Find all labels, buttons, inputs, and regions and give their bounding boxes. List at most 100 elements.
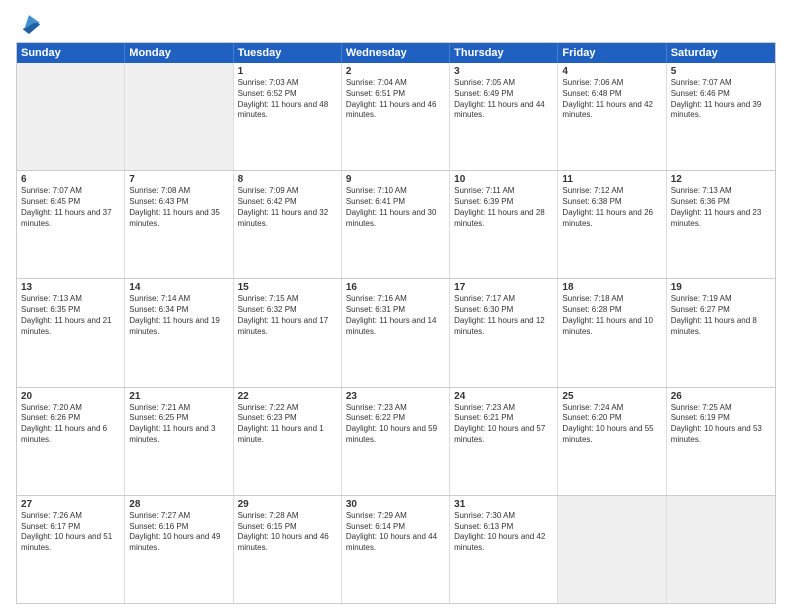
calendar-body: 1Sunrise: 7:03 AM Sunset: 6:52 PM Daylig… <box>17 63 775 603</box>
day-number: 23 <box>346 391 445 402</box>
cell-info: Sunrise: 7:23 AM Sunset: 6:22 PM Dayligh… <box>346 403 445 446</box>
calendar-cell: 31Sunrise: 7:30 AM Sunset: 6:13 PM Dayli… <box>450 496 558 603</box>
day-number: 22 <box>238 391 337 402</box>
day-number: 16 <box>346 282 445 293</box>
cell-info: Sunrise: 7:09 AM Sunset: 6:42 PM Dayligh… <box>238 186 337 229</box>
day-number: 20 <box>21 391 120 402</box>
cell-info: Sunrise: 7:08 AM Sunset: 6:43 PM Dayligh… <box>129 186 228 229</box>
calendar-cell: 16Sunrise: 7:16 AM Sunset: 6:31 PM Dayli… <box>342 279 450 386</box>
calendar-cell: 13Sunrise: 7:13 AM Sunset: 6:35 PM Dayli… <box>17 279 125 386</box>
calendar-cell: 27Sunrise: 7:26 AM Sunset: 6:17 PM Dayli… <box>17 496 125 603</box>
day-number: 15 <box>238 282 337 293</box>
day-number: 28 <box>129 499 228 510</box>
day-number: 8 <box>238 174 337 185</box>
calendar-cell: 26Sunrise: 7:25 AM Sunset: 6:19 PM Dayli… <box>667 388 775 495</box>
cell-info: Sunrise: 7:07 AM Sunset: 6:45 PM Dayligh… <box>21 186 120 229</box>
cell-info: Sunrise: 7:16 AM Sunset: 6:31 PM Dayligh… <box>346 294 445 337</box>
day-number: 19 <box>671 282 771 293</box>
cell-info: Sunrise: 7:19 AM Sunset: 6:27 PM Dayligh… <box>671 294 771 337</box>
day-number: 27 <box>21 499 120 510</box>
cell-info: Sunrise: 7:24 AM Sunset: 6:20 PM Dayligh… <box>562 403 661 446</box>
calendar-row-3: 13Sunrise: 7:13 AM Sunset: 6:35 PM Dayli… <box>17 278 775 386</box>
header-day-sunday: Sunday <box>17 43 125 63</box>
day-number: 6 <box>21 174 120 185</box>
calendar-page: SundayMondayTuesdayWednesdayThursdayFrid… <box>0 0 792 612</box>
day-number: 14 <box>129 282 228 293</box>
calendar-cell: 9Sunrise: 7:10 AM Sunset: 6:41 PM Daylig… <box>342 171 450 278</box>
day-number: 5 <box>671 66 771 77</box>
cell-info: Sunrise: 7:18 AM Sunset: 6:28 PM Dayligh… <box>562 294 661 337</box>
cell-info: Sunrise: 7:07 AM Sunset: 6:46 PM Dayligh… <box>671 78 771 121</box>
cell-info: Sunrise: 7:10 AM Sunset: 6:41 PM Dayligh… <box>346 186 445 229</box>
logo <box>16 12 40 34</box>
cell-info: Sunrise: 7:29 AM Sunset: 6:14 PM Dayligh… <box>346 511 445 554</box>
calendar-row-4: 20Sunrise: 7:20 AM Sunset: 6:26 PM Dayli… <box>17 387 775 495</box>
cell-info: Sunrise: 7:30 AM Sunset: 6:13 PM Dayligh… <box>454 511 553 554</box>
day-number: 3 <box>454 66 553 77</box>
day-number: 31 <box>454 499 553 510</box>
calendar-cell: 5Sunrise: 7:07 AM Sunset: 6:46 PM Daylig… <box>667 63 775 170</box>
cell-info: Sunrise: 7:17 AM Sunset: 6:30 PM Dayligh… <box>454 294 553 337</box>
calendar-cell: 29Sunrise: 7:28 AM Sunset: 6:15 PM Dayli… <box>234 496 342 603</box>
cell-info: Sunrise: 7:27 AM Sunset: 6:16 PM Dayligh… <box>129 511 228 554</box>
calendar-cell: 23Sunrise: 7:23 AM Sunset: 6:22 PM Dayli… <box>342 388 450 495</box>
day-number: 26 <box>671 391 771 402</box>
day-number: 1 <box>238 66 337 77</box>
calendar-cell: 1Sunrise: 7:03 AM Sunset: 6:52 PM Daylig… <box>234 63 342 170</box>
calendar-cell <box>558 496 666 603</box>
cell-info: Sunrise: 7:14 AM Sunset: 6:34 PM Dayligh… <box>129 294 228 337</box>
day-number: 9 <box>346 174 445 185</box>
calendar-cell: 18Sunrise: 7:18 AM Sunset: 6:28 PM Dayli… <box>558 279 666 386</box>
day-number: 10 <box>454 174 553 185</box>
cell-info: Sunrise: 7:06 AM Sunset: 6:48 PM Dayligh… <box>562 78 661 121</box>
calendar-cell: 2Sunrise: 7:04 AM Sunset: 6:51 PM Daylig… <box>342 63 450 170</box>
day-number: 29 <box>238 499 337 510</box>
header-day-tuesday: Tuesday <box>234 43 342 63</box>
day-number: 21 <box>129 391 228 402</box>
day-number: 12 <box>671 174 771 185</box>
day-number: 7 <box>129 174 228 185</box>
cell-info: Sunrise: 7:22 AM Sunset: 6:23 PM Dayligh… <box>238 403 337 446</box>
day-number: 25 <box>562 391 661 402</box>
cell-info: Sunrise: 7:28 AM Sunset: 6:15 PM Dayligh… <box>238 511 337 554</box>
day-number: 30 <box>346 499 445 510</box>
header-day-friday: Friday <box>558 43 666 63</box>
calendar: SundayMondayTuesdayWednesdayThursdayFrid… <box>16 42 776 604</box>
day-number: 4 <box>562 66 661 77</box>
calendar-cell: 21Sunrise: 7:21 AM Sunset: 6:25 PM Dayli… <box>125 388 233 495</box>
calendar-cell: 19Sunrise: 7:19 AM Sunset: 6:27 PM Dayli… <box>667 279 775 386</box>
calendar-cell: 6Sunrise: 7:07 AM Sunset: 6:45 PM Daylig… <box>17 171 125 278</box>
day-number: 2 <box>346 66 445 77</box>
cell-info: Sunrise: 7:23 AM Sunset: 6:21 PM Dayligh… <box>454 403 553 446</box>
cell-info: Sunrise: 7:26 AM Sunset: 6:17 PM Dayligh… <box>21 511 120 554</box>
header-day-monday: Monday <box>125 43 233 63</box>
calendar-cell: 3Sunrise: 7:05 AM Sunset: 6:49 PM Daylig… <box>450 63 558 170</box>
calendar-cell: 14Sunrise: 7:14 AM Sunset: 6:34 PM Dayli… <box>125 279 233 386</box>
calendar-cell: 4Sunrise: 7:06 AM Sunset: 6:48 PM Daylig… <box>558 63 666 170</box>
day-number: 18 <box>562 282 661 293</box>
header-day-thursday: Thursday <box>450 43 558 63</box>
calendar-row-2: 6Sunrise: 7:07 AM Sunset: 6:45 PM Daylig… <box>17 170 775 278</box>
calendar-cell: 22Sunrise: 7:22 AM Sunset: 6:23 PM Dayli… <box>234 388 342 495</box>
header-day-wednesday: Wednesday <box>342 43 450 63</box>
day-number: 24 <box>454 391 553 402</box>
cell-info: Sunrise: 7:13 AM Sunset: 6:36 PM Dayligh… <box>671 186 771 229</box>
calendar-cell: 28Sunrise: 7:27 AM Sunset: 6:16 PM Dayli… <box>125 496 233 603</box>
cell-info: Sunrise: 7:05 AM Sunset: 6:49 PM Dayligh… <box>454 78 553 121</box>
calendar-cell: 12Sunrise: 7:13 AM Sunset: 6:36 PM Dayli… <box>667 171 775 278</box>
day-number: 11 <box>562 174 661 185</box>
calendar-cell <box>125 63 233 170</box>
calendar-cell: 8Sunrise: 7:09 AM Sunset: 6:42 PM Daylig… <box>234 171 342 278</box>
cell-info: Sunrise: 7:12 AM Sunset: 6:38 PM Dayligh… <box>562 186 661 229</box>
cell-info: Sunrise: 7:11 AM Sunset: 6:39 PM Dayligh… <box>454 186 553 229</box>
calendar-cell: 20Sunrise: 7:20 AM Sunset: 6:26 PM Dayli… <box>17 388 125 495</box>
calendar-row-1: 1Sunrise: 7:03 AM Sunset: 6:52 PM Daylig… <box>17 63 775 170</box>
cell-info: Sunrise: 7:13 AM Sunset: 6:35 PM Dayligh… <box>21 294 120 337</box>
calendar-cell <box>667 496 775 603</box>
calendar-cell: 25Sunrise: 7:24 AM Sunset: 6:20 PM Dayli… <box>558 388 666 495</box>
calendar-cell: 17Sunrise: 7:17 AM Sunset: 6:30 PM Dayli… <box>450 279 558 386</box>
cell-info: Sunrise: 7:04 AM Sunset: 6:51 PM Dayligh… <box>346 78 445 121</box>
calendar-cell: 11Sunrise: 7:12 AM Sunset: 6:38 PM Dayli… <box>558 171 666 278</box>
day-number: 13 <box>21 282 120 293</box>
calendar-header: SundayMondayTuesdayWednesdayThursdayFrid… <box>17 43 775 63</box>
